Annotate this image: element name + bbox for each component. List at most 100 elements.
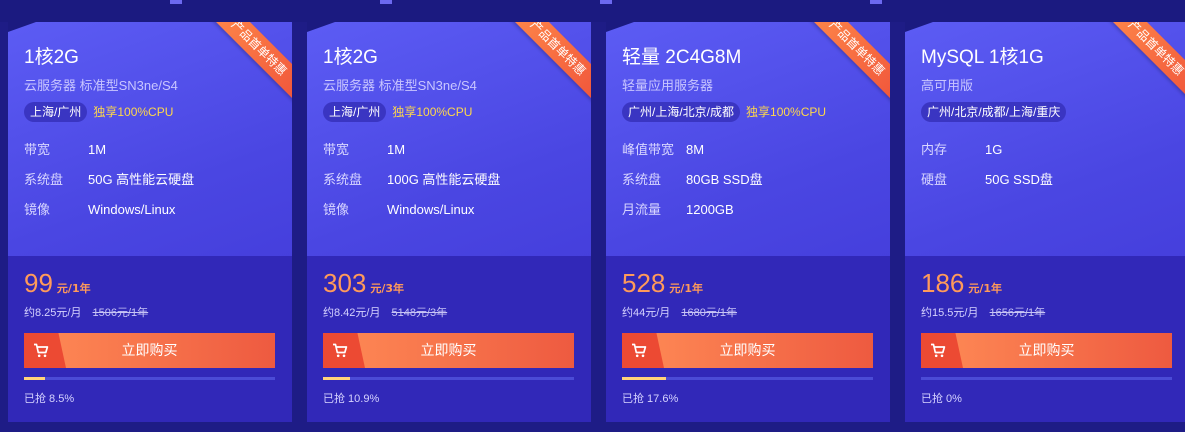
- top-strip: [0, 0, 1185, 22]
- product-card: 产品首单特惠 1核2G 云服务器 标准型SN3ne/S4 上海/广州 独享100%CPU…: [307, 22, 591, 422]
- region-tag: 上海/广州: [24, 102, 88, 122]
- region-tag: 广州/上海/北京/成都: [622, 102, 741, 122]
- sale-progress-bar: [323, 377, 574, 380]
- spec-label: 镜像: [24, 202, 51, 217]
- monthly-price: 约15.5元/月 1656元/1年: [921, 304, 1045, 320]
- spec-label: 带宽: [323, 142, 350, 157]
- spec-value: 80GB SSD盘: [686, 172, 763, 187]
- cart-icon: [333, 343, 348, 358]
- buy-button-label: 立即购买: [1018, 342, 1075, 358]
- spec-label: 系统盘: [622, 172, 662, 187]
- spec-row: 内存 1G: [921, 142, 1053, 172]
- decor-nub: [380, 0, 392, 4]
- monthly-price-text: 约15.5元/月: [921, 307, 979, 319]
- spec-label: 月流量: [622, 202, 662, 217]
- spec-value: Windows/Linux: [387, 202, 475, 217]
- pricing-section: 99 元/1年 约8.25元/月 1506元/1年 立即购买 已抢 8.5%: [8, 256, 292, 422]
- spec-row: 系统盘 100G 高性能云硬盘: [323, 172, 500, 202]
- price-unit: 元/1年: [968, 282, 1003, 295]
- spec-row: 带宽 1M: [24, 142, 194, 172]
- decor-nub: [600, 0, 612, 4]
- spec-value: 50G SSD盘: [985, 172, 1053, 187]
- monthly-price: 约8.42元/月 5148元/3年: [323, 304, 447, 320]
- cart-icon-box: [323, 333, 365, 368]
- cart-icon: [931, 343, 946, 358]
- buy-now-button[interactable]: 立即购买: [921, 333, 1172, 368]
- tag-list: 广州/上海/北京/成都 独享100%CPU: [622, 102, 828, 122]
- spec-label: 系统盘: [323, 172, 363, 187]
- cpu-tag: 独享100%CPU: [392, 105, 473, 119]
- product-subtitle: 云服务器 标准型SN3ne/S4: [323, 78, 477, 93]
- buy-now-button[interactable]: 立即购买: [323, 333, 574, 368]
- sold-percentage: 已抢 8.5%: [24, 393, 75, 405]
- spec-row: 带宽 1M: [323, 142, 500, 172]
- sale-progress-fill: [24, 377, 46, 380]
- product-title: 轻量 2C4G8M: [622, 47, 742, 68]
- spec-value: 1M: [88, 142, 107, 157]
- cpu-tag: 独享100%CPU: [746, 105, 827, 119]
- product-title: MySQL 1核1G: [921, 47, 1044, 68]
- buy-now-button[interactable]: 立即购买: [622, 333, 873, 368]
- spec-list: 带宽 1M 系统盘 100G 高性能云硬盘 镜像 Windows/Linux: [323, 142, 500, 232]
- spec-value: 1G: [985, 142, 1003, 157]
- original-price: 1506元/1年: [92, 307, 149, 319]
- pricing-section: 303 元/3年 约8.42元/月 5148元/3年 立即购买 已抢 10.9%: [307, 256, 591, 422]
- price-row: 528 元/1年: [622, 268, 703, 299]
- sale-progress-fill: [323, 377, 351, 380]
- spec-value: 50G 高性能云硬盘: [88, 172, 195, 187]
- spec-value: 1200GB: [686, 202, 734, 217]
- decor-nub: [170, 0, 182, 4]
- buy-button-label: 立即购买: [719, 342, 776, 358]
- pricing-section: 186 元/1年 约15.5元/月 1656元/1年 立即购买 已抢 0%: [905, 256, 1185, 422]
- promo-ribbon: 产品首单特惠: [503, 22, 591, 103]
- cart-icon: [632, 343, 647, 358]
- monthly-price-text: 约8.25元/月: [24, 307, 82, 319]
- sale-progress-bar: [921, 377, 1172, 380]
- spec-row: 月流量 1200GB: [622, 202, 763, 232]
- cart-icon-box: [622, 333, 664, 368]
- spec-label: 峰值带宽: [622, 142, 675, 157]
- tag-list: 上海/广州 独享100%CPU: [323, 102, 474, 122]
- cart-icon-box: [921, 333, 963, 368]
- price-value: 528: [622, 268, 666, 298]
- sold-percentage: 已抢 0%: [921, 393, 962, 405]
- spec-list: 带宽 1M 系统盘 50G 高性能云硬盘 镜像 Windows/Linux: [24, 142, 194, 232]
- original-price: 1680元/1年: [681, 307, 738, 319]
- spec-row: 系统盘 50G 高性能云硬盘: [24, 172, 194, 202]
- original-price: 5148元/3年: [391, 307, 448, 319]
- region-tag: 上海/广州: [323, 102, 387, 122]
- price-unit: 元/1年: [56, 282, 91, 295]
- spec-row: 镜像 Windows/Linux: [24, 202, 194, 232]
- promo-ribbon: 产品首单特惠: [802, 22, 890, 103]
- promo-ribbon: 产品首单特惠: [1101, 22, 1185, 103]
- spec-label: 带宽: [24, 142, 51, 157]
- spec-label: 镜像: [323, 202, 350, 217]
- product-card: 产品首单特惠 MySQL 1核1G 高可用版广州/北京/成都/上海/重庆 内存 1G…: [905, 22, 1185, 422]
- buy-now-button[interactable]: 立即购买: [24, 333, 275, 368]
- cpu-tag: 独享100%CPU: [93, 105, 174, 119]
- product-subtitle: 轻量应用服务器: [622, 78, 714, 93]
- spec-label: 内存: [921, 142, 948, 157]
- spec-list: 内存 1G 硬盘 50G SSD盘: [921, 142, 1053, 202]
- tag-list: 广州/北京/成都/上海/重庆: [921, 102, 1067, 122]
- price-row: 99 元/1年: [24, 268, 91, 299]
- decor-nub: [870, 0, 882, 4]
- price-unit: 元/3年: [370, 282, 405, 295]
- price-unit: 元/1年: [669, 282, 704, 295]
- sold-percentage: 已抢 17.6%: [622, 393, 679, 405]
- sale-progress-fill: [622, 377, 667, 380]
- spec-value: 8M: [686, 142, 705, 157]
- monthly-price: 约44元/月 1680元/1年: [622, 304, 737, 320]
- price-row: 303 元/3年: [323, 268, 404, 299]
- original-price: 1656元/1年: [989, 307, 1046, 319]
- spec-row: 镜像 Windows/Linux: [323, 202, 500, 232]
- spec-label: 系统盘: [24, 172, 64, 187]
- product-subtitle: 高可用版: [921, 78, 974, 93]
- spec-row: 系统盘 80GB SSD盘: [622, 172, 763, 202]
- sold-percentage: 已抢 10.9%: [323, 393, 380, 405]
- cart-icon-box: [24, 333, 66, 368]
- tag-list: 上海/广州 独享100%CPU: [24, 102, 175, 122]
- product-card: 产品首单特惠 1核2G 云服务器 标准型SN3ne/S4 上海/广州 独享100%CPU…: [8, 22, 292, 422]
- spec-row: 峰值带宽 8M: [622, 142, 763, 172]
- cart-icon: [34, 343, 49, 358]
